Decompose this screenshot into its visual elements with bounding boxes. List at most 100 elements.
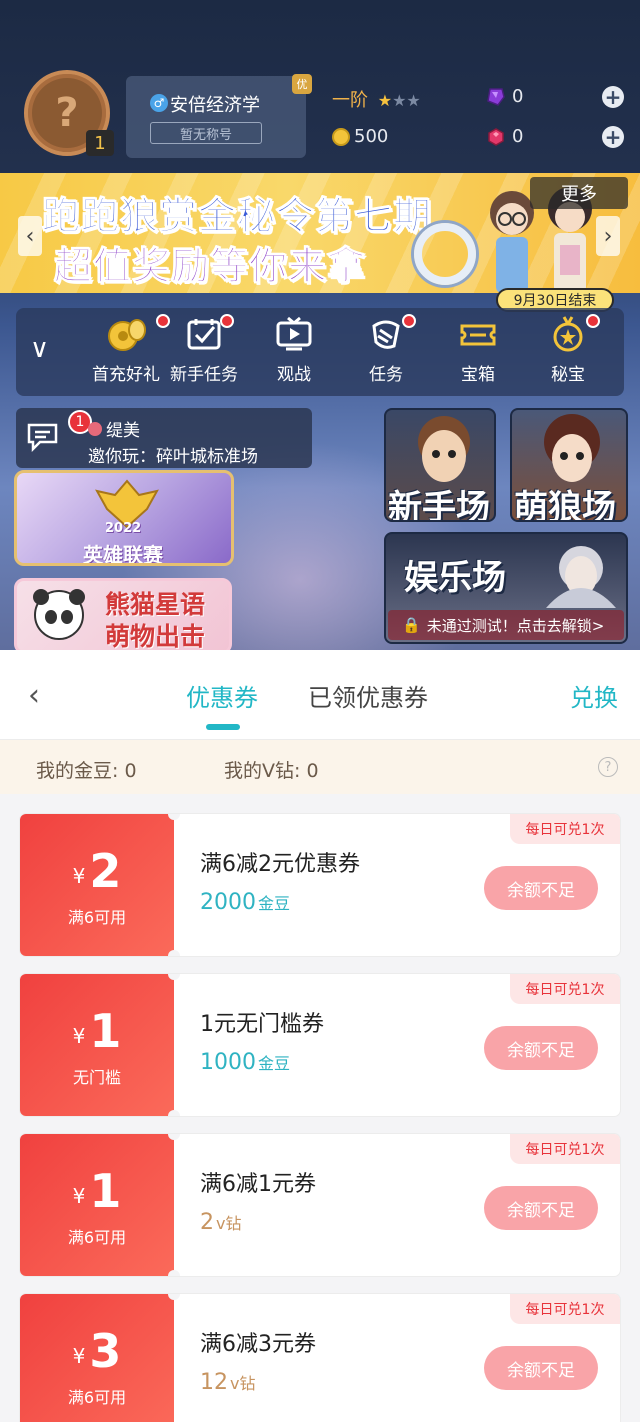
currency-symbol: ¥: [72, 1344, 86, 1368]
redeem-button-disabled[interactable]: 余额不足: [484, 1026, 598, 1070]
menu-item-label: 宝箱: [461, 365, 495, 385]
currency-symbol: ¥: [72, 1024, 86, 1048]
title-tag: 暂无称号: [150, 122, 262, 144]
coupon-notch: [168, 950, 180, 956]
chat-icon: [27, 423, 58, 452]
male-icon: ♂: [150, 94, 168, 112]
mode-card-newbie[interactable]: 新手场: [384, 408, 496, 522]
banner-headline: 跑跑狼赏金秘令第七期: [41, 194, 433, 239]
invite-message: 邀你玩：碎叶城标准场: [88, 447, 258, 467]
gold-coin-amount: 500: [354, 126, 389, 147]
mode-label: 娱乐场: [404, 558, 506, 598]
redeem-button-disabled[interactable]: 余额不足: [484, 1346, 598, 1390]
menu-item-first-recharge[interactable]: 首充好礼: [86, 314, 166, 392]
coupon-price: 12 v钻: [200, 1370, 255, 1395]
daily-limit-tag: 每日可兑1次: [510, 814, 620, 844]
invite-notification[interactable]: 1 缇美 邀你玩：碎叶城标准场: [16, 408, 312, 468]
coupon-value: 1: [89, 1164, 122, 1218]
price-unit: v钻: [216, 1214, 242, 1233]
redeem-button-disabled[interactable]: 余额不足: [484, 1186, 598, 1230]
menu-item-label: 首充好礼: [92, 365, 160, 385]
username: 安倍经济学: [170, 95, 260, 116]
feature-menu: ∨ 首充好礼 新手任务 观战 任务 宝箱 秘宝: [16, 308, 624, 396]
lock-icon: 🔒: [402, 616, 421, 634]
event-hero-league[interactable]: 2022 英雄联赛: [14, 470, 234, 566]
banner-next-button[interactable]: ›: [596, 216, 620, 256]
menu-item-spectate[interactable]: 观战: [254, 314, 334, 392]
price-unit: 金豆: [258, 894, 291, 913]
menu-item-label: 观战: [277, 365, 311, 385]
coupon-value: 2: [89, 844, 122, 898]
panda-title-line1: 熊猫星语: [105, 590, 206, 619]
coupon-card: ¥3 满6可用 满6减3元券 12 v钻 每日可兑1次 余额不足: [20, 1294, 620, 1422]
red-gem-amount: 0: [512, 126, 524, 147]
more-button[interactable]: 更多: [530, 177, 628, 209]
help-icon[interactable]: ?: [598, 757, 618, 777]
banner-prev-button[interactable]: ‹: [18, 216, 42, 256]
league-year: 2022: [105, 521, 142, 536]
notification-dot: [586, 314, 600, 328]
coins-icon: [104, 314, 148, 354]
redeem-button-disabled[interactable]: 余额不足: [484, 866, 598, 910]
coupon-amount: ¥1: [20, 1164, 174, 1218]
menu-item-label: 新手任务: [170, 365, 238, 385]
female-icon: [88, 421, 102, 436]
coupon-name: 满6减1元券: [200, 1172, 316, 1197]
price-unit: 金豆: [258, 1054, 291, 1073]
coupon-card: ¥1 无门槛 1元无门槛券 1000 金豆 每日可兑1次 余额不足: [20, 974, 620, 1116]
price-amount: 2000: [200, 890, 256, 915]
coupon-condition: 满6可用: [67, 1388, 127, 1407]
coupon-notch: [168, 1110, 180, 1116]
tv-icon: [272, 314, 316, 354]
gold-coin-balance: 500: [332, 126, 388, 147]
daily-limit-tag: 每日可兑1次: [510, 1134, 620, 1164]
mode-card-cute-wolf[interactable]: 萌狼场: [510, 408, 628, 522]
coupon-notch: [168, 1270, 180, 1276]
price-amount: 2: [200, 1210, 214, 1235]
coupon-price: 1000 金豆: [200, 1050, 290, 1075]
notification-dot: [220, 314, 234, 328]
coupon-amount: ¥3: [20, 1324, 174, 1378]
price-amount: 1000: [200, 1050, 256, 1075]
rank-stars-icon: ★★★: [377, 91, 421, 110]
rank-label: 一阶: [332, 90, 368, 111]
red-gem-balance: 0: [486, 126, 523, 147]
add-purple-gem-button[interactable]: +: [602, 86, 624, 108]
purple-gem-balance: 0: [486, 86, 523, 107]
profile-card[interactable]: ♂ 安倍经济学 暂无称号 优: [126, 74, 312, 158]
coupon-panel: ‹ 优惠券 已领优惠券 兑换 我的金豆: 0 我的V钻: 0 ? ¥2 满6可用…: [0, 650, 640, 1422]
coupon-value: 3: [89, 1324, 122, 1378]
coupon-condition: 满6可用: [67, 908, 127, 927]
unlock-prompt-text: 未通过测试！点击去解锁>: [426, 616, 605, 635]
daily-limit-tag: 每日可兑1次: [510, 974, 620, 1004]
coupon-condition: 满6可用: [67, 1228, 127, 1247]
coupon-amount: ¥2: [20, 844, 174, 898]
menu-item-treasure-box[interactable]: 宝箱: [438, 314, 518, 392]
tab-coupons[interactable]: 优惠券: [186, 678, 258, 713]
coupon-amount: ¥1: [20, 1004, 174, 1058]
inviter: 缇美: [88, 416, 140, 441]
event-panda[interactable]: 熊猫星语 萌物出击: [14, 578, 232, 650]
coupon-name: 满6减2元优惠券: [200, 852, 360, 877]
unlock-prompt[interactable]: 🔒 未通过测试！点击去解锁>: [388, 610, 624, 640]
menu-item-label: 任务: [369, 365, 403, 385]
banner-subline: 超值奖励等你来拿: [53, 244, 367, 289]
coupon-card: ¥2 满6可用 满6减2元优惠券 2000 金豆 每日可兑1次 余额不足: [20, 814, 620, 956]
character-portrait: [546, 546, 616, 608]
active-tab-indicator: [206, 724, 240, 730]
coupon-condition: 无门槛: [72, 1068, 121, 1087]
add-red-gem-button[interactable]: +: [602, 126, 624, 148]
purple-gem-icon: [487, 87, 505, 106]
medal-icon: [546, 314, 590, 354]
ticket-icon: [456, 314, 500, 354]
back-button[interactable]: ‹: [22, 678, 46, 713]
game-lobby: ? 1 ♂ 安倍经济学 暂无称号 优 一阶 ★★★ 500 0 0 + + 跑跑…: [0, 0, 640, 650]
tab-claimed-coupons[interactable]: 已领优惠券: [308, 678, 428, 713]
v-diamond-balance: 我的V钻: 0: [224, 760, 319, 782]
collapse-chevron-icon[interactable]: ∨: [30, 334, 49, 364]
mode-card-entertainment[interactable]: 娱乐场 🔒 未通过测试！点击去解锁>: [384, 532, 628, 644]
coupon-name: 1元无门槛券: [200, 1012, 324, 1037]
coupon-price: 2000 金豆: [200, 890, 290, 915]
inviter-name: 缇美: [106, 421, 140, 441]
exchange-button[interactable]: 兑换: [570, 678, 618, 713]
